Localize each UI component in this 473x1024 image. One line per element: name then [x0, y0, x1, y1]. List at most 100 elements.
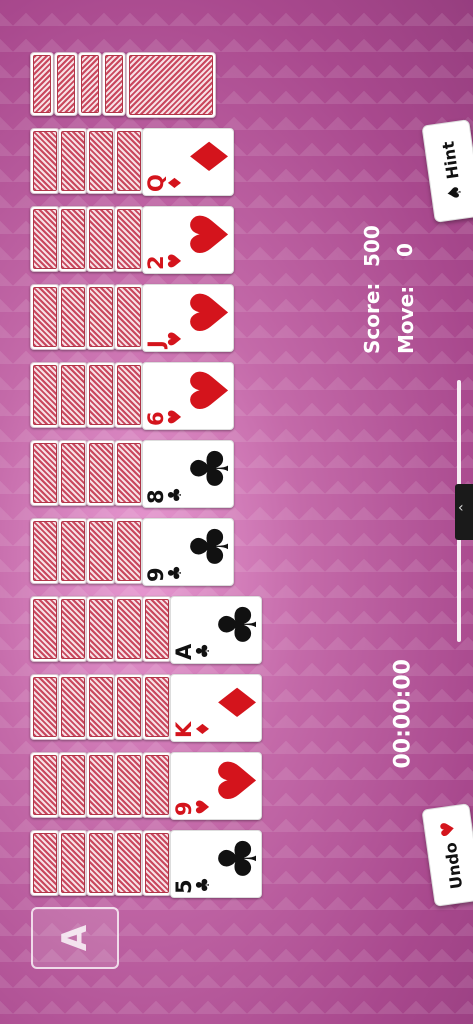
card-back-pattern	[33, 521, 57, 581]
menu-tab[interactable]: ‹	[455, 484, 473, 540]
stock-card-pattern	[129, 55, 213, 115]
card-suit-large-icon: ♦	[181, 133, 241, 180]
stock-card-back	[30, 52, 54, 116]
card-back	[142, 596, 172, 662]
card-face: 5 ♣ ♣	[171, 831, 269, 899]
menu-chevron-icon: ‹	[458, 500, 464, 516]
card-back	[114, 752, 144, 818]
spade-icon: ♠	[443, 183, 467, 202]
card-suit-large-icon: ♥	[209, 757, 269, 804]
card-back-pattern	[117, 209, 141, 269]
card-back	[30, 752, 60, 818]
face-up-card[interactable]: 9 ♥ ♥	[170, 752, 269, 820]
card-back-pattern	[89, 287, 113, 347]
card-rank: 6	[144, 411, 168, 426]
timer: 00:00:00	[390, 659, 416, 769]
card-back-pattern	[117, 833, 141, 893]
card-back-pattern	[61, 833, 85, 893]
stock-card-back	[102, 52, 126, 116]
face-up-card[interactable]: Q ♦ ♦	[142, 128, 241, 196]
card-rank: 8	[144, 489, 168, 504]
card-back-pattern	[89, 365, 113, 425]
card-back	[58, 206, 88, 272]
card-back	[30, 440, 60, 506]
stock-card-pattern	[33, 55, 51, 113]
card-suit-large-icon: ♣	[181, 523, 241, 570]
card-back	[58, 284, 88, 350]
card-back-pattern	[33, 443, 57, 503]
card-back-pattern	[145, 833, 169, 893]
card-rank: J	[144, 340, 168, 348]
face-up-card[interactable]: K ♦ ♦	[170, 674, 269, 743]
card-back	[86, 440, 116, 506]
card-face: J ♥ ♥	[143, 285, 241, 353]
face-up-card[interactable]: 2 ♥ ♥	[142, 206, 241, 274]
card-back	[114, 440, 144, 506]
face-up-card[interactable]: 9 ♣ ♣	[142, 518, 241, 586]
stock-card-back	[54, 52, 78, 116]
card-back-pattern	[61, 209, 85, 269]
card-back-pattern	[61, 755, 85, 815]
card-suit-large-icon: ♥	[181, 211, 241, 258]
card-back-pattern	[89, 755, 113, 815]
card-back	[142, 752, 172, 818]
card-back	[114, 674, 144, 740]
card-face: K ♦ ♦	[171, 675, 269, 743]
card-back	[58, 596, 88, 662]
face-up-card[interactable]: A ♣ ♣	[170, 596, 269, 664]
card-back	[86, 596, 116, 662]
card-back-pattern	[145, 755, 169, 815]
card-back	[114, 206, 144, 272]
hint-label: Hint	[438, 140, 463, 181]
card-back	[30, 830, 60, 896]
card-back-pattern	[89, 599, 113, 659]
card-back-pattern	[61, 443, 85, 503]
face-up-card[interactable]: 8 ♣ ♣	[142, 440, 241, 509]
face-up-card[interactable]: 5 ♣ ♣	[170, 830, 269, 899]
card-back-pattern	[33, 287, 57, 347]
face-up-card[interactable]: 6 ♥ ♥	[142, 362, 241, 431]
stock-card-pattern	[105, 55, 123, 113]
stock-card-pattern	[57, 55, 75, 113]
card-back-pattern	[89, 209, 113, 269]
card-back	[86, 830, 116, 896]
foundation-label: A	[55, 924, 95, 952]
card-back-pattern	[89, 677, 113, 737]
card-back-pattern	[89, 833, 113, 893]
card-suit-large-icon: ♣	[181, 445, 241, 492]
card-back	[114, 284, 144, 350]
card-back	[30, 362, 60, 428]
card-back	[114, 518, 144, 584]
card-face: 8 ♣ ♣	[143, 441, 241, 509]
card-rank: Q	[144, 174, 168, 192]
card-rank: 5	[172, 879, 196, 894]
card-back-pattern	[117, 755, 141, 815]
card-face: 6 ♥ ♥	[143, 363, 241, 431]
card-back	[86, 284, 116, 350]
card-back	[58, 674, 88, 740]
stock-card-pattern	[81, 55, 99, 113]
card-back-pattern	[33, 599, 57, 659]
card-back	[30, 596, 60, 662]
card-back-pattern	[145, 599, 169, 659]
card-back-pattern	[117, 599, 141, 659]
card-back-pattern	[61, 521, 85, 581]
card-back-pattern	[117, 443, 141, 503]
card-back	[30, 206, 60, 272]
face-up-card[interactable]: J ♥ ♥	[142, 284, 241, 353]
card-suit-large-icon: ♦	[209, 679, 269, 726]
foundation-slot[interactable]: A	[31, 907, 119, 969]
card-back-pattern	[89, 443, 113, 503]
card-back-pattern	[145, 677, 169, 737]
card-suit-large-icon: ♣	[209, 601, 269, 648]
card-suit-large-icon: ♣	[209, 835, 269, 882]
moves-label: Move:	[394, 285, 418, 354]
card-back	[58, 752, 88, 818]
card-suit-large-icon: ♥	[181, 367, 241, 414]
card-back-pattern	[89, 521, 113, 581]
card-back-pattern	[117, 521, 141, 581]
card-back-pattern	[117, 365, 141, 425]
card-back-pattern	[33, 677, 57, 737]
card-back	[58, 830, 88, 896]
card-back	[58, 440, 88, 506]
